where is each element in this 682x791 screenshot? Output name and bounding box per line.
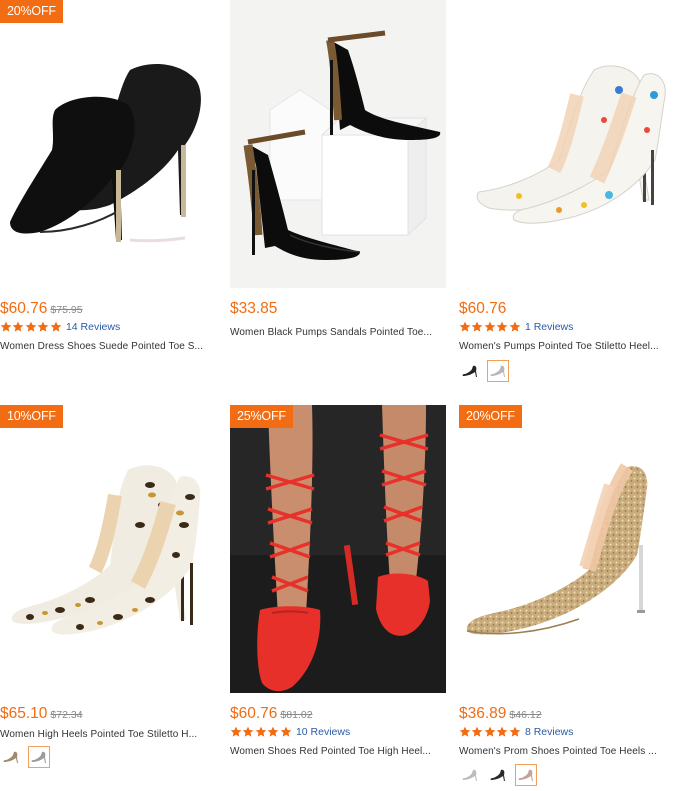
current-price: $60.76: [0, 300, 48, 317]
star-icon: [472, 726, 483, 737]
black-ankle-strap-pumps-image: [230, 0, 446, 288]
product-image[interactable]: 10%OFF: [0, 405, 216, 693]
rose-shoe-swatch[interactable]: [515, 764, 537, 786]
star-icon: [496, 726, 508, 737]
star-icon: [496, 321, 508, 332]
price-row: $60.76 $81.02: [230, 705, 446, 723]
product-card[interactable]: 25%OFF $60.76 $81.02 10 Reviews Women Sho…: [230, 405, 446, 757]
product-image[interactable]: 20%OFF: [0, 0, 216, 288]
red-lace-up-pumps-image: [230, 405, 446, 693]
reviews-link[interactable]: 10 Reviews: [296, 726, 350, 738]
graffiti-pumps-image: [459, 0, 675, 288]
product-card[interactable]: 20%OFF $36.89 $46.12 8 Reviews Women's Pr…: [459, 405, 675, 789]
tan-shoe-swatch[interactable]: [0, 746, 22, 768]
current-price: $65.10: [0, 705, 48, 722]
product-card[interactable]: $33.85 Women Black Pumps Sandals Pointed…: [230, 0, 446, 338]
current-price: $60.76: [230, 705, 278, 722]
product-title[interactable]: Women's Prom Shoes Pointed Toe Heels ...: [459, 746, 675, 757]
reviews-link[interactable]: 1 Reviews: [525, 321, 573, 333]
product-image[interactable]: 25%OFF: [230, 405, 446, 693]
product-card[interactable]: $60.76 1 Reviews Women's Pumps Pointed T…: [459, 0, 675, 385]
shoe-thumbnail-icon: [462, 365, 477, 377]
star-icon: [0, 321, 12, 332]
price-row: $36.89 $46.12: [459, 705, 675, 723]
product-image[interactable]: 20%OFF: [459, 405, 675, 693]
star-icon: [472, 321, 483, 332]
star-icon: [484, 726, 496, 737]
silver-shoe-swatch[interactable]: [487, 360, 509, 382]
star-icon: [13, 321, 24, 332]
star-icon: [509, 726, 520, 737]
shoe-thumbnail-icon: [462, 769, 477, 781]
rating-row: 1 Reviews: [459, 320, 675, 334]
black-shoe-swatch[interactable]: [487, 764, 509, 786]
black-suede-pumps-image: [0, 0, 216, 288]
price-row: $60.76: [459, 300, 675, 318]
star-icon: [243, 726, 254, 737]
shoe-thumbnail-icon: [3, 751, 19, 763]
reviews-link[interactable]: 8 Reviews: [525, 726, 573, 738]
star-icon: [509, 321, 520, 332]
original-price: $81.02: [280, 709, 313, 721]
original-price: $72.34: [50, 709, 83, 721]
discount-badge: 20%OFF: [459, 405, 522, 428]
gold-glitter-pumps-image: [459, 405, 675, 693]
color-swatches: [0, 746, 216, 771]
star-icon: [230, 726, 242, 737]
star-icon: [459, 321, 471, 332]
shoe-thumbnail-icon: [490, 769, 505, 781]
color-swatches: [459, 764, 675, 789]
product-image[interactable]: [459, 0, 675, 288]
discount-badge: 20%OFF: [0, 0, 63, 23]
price-row: $33.85: [230, 300, 446, 318]
rating-row: 10 Reviews: [230, 725, 446, 739]
star-icon: [50, 321, 61, 332]
star-icon: [280, 726, 291, 737]
rating-row: 14 Reviews: [0, 320, 216, 334]
product-title[interactable]: Women Black Pumps Sandals Pointed Toe...: [230, 327, 446, 338]
shoe-thumbnail-icon: [518, 769, 533, 781]
original-price: $46.12: [509, 709, 542, 721]
product-title[interactable]: Women Dress Shoes Suede Pointed Toe S...: [0, 341, 216, 352]
shoe-thumbnail-icon: [31, 751, 46, 763]
reviews-link[interactable]: 14 Reviews: [66, 321, 120, 333]
product-image[interactable]: [230, 0, 446, 288]
current-price: $33.85: [230, 300, 278, 317]
star-icon: [255, 726, 267, 737]
black-shoe-swatch[interactable]: [459, 360, 481, 382]
color-swatches: [459, 360, 675, 385]
price-row: $65.10 $72.34: [0, 705, 216, 723]
original-price: $75.95: [50, 304, 83, 316]
discount-badge: 10%OFF: [0, 405, 63, 428]
product-card[interactable]: 20%OFF $60.76 $75.95 14 Reviews Women Dre…: [0, 0, 216, 352]
rating-row: 8 Reviews: [459, 725, 675, 739]
star-icon: [484, 321, 496, 332]
product-card[interactable]: 10%OFF $65.10 $72.34 Women High Heels Poi…: [0, 405, 216, 771]
product-title[interactable]: Women High Heels Pointed Toe Stiletto H.…: [0, 729, 216, 740]
star-icon: [267, 726, 279, 737]
current-price: $36.89: [459, 705, 507, 722]
star-icon: [25, 321, 37, 332]
product-title[interactable]: Women's Pumps Pointed Toe Stiletto Heel.…: [459, 341, 675, 352]
price-row: $60.76 $75.95: [0, 300, 216, 318]
discount-badge: 25%OFF: [230, 405, 293, 428]
leopard-pumps-image: [0, 405, 216, 693]
product-title[interactable]: Women Shoes Red Pointed Toe High Heel...: [230, 746, 446, 757]
star-icon: [459, 726, 471, 737]
current-price: $60.76: [459, 300, 507, 317]
shoe-thumbnail-icon: [490, 365, 505, 377]
silver-shoe-swatch[interactable]: [459, 764, 481, 786]
gray-shoe-swatch[interactable]: [28, 746, 50, 768]
star-icon: [37, 321, 49, 332]
